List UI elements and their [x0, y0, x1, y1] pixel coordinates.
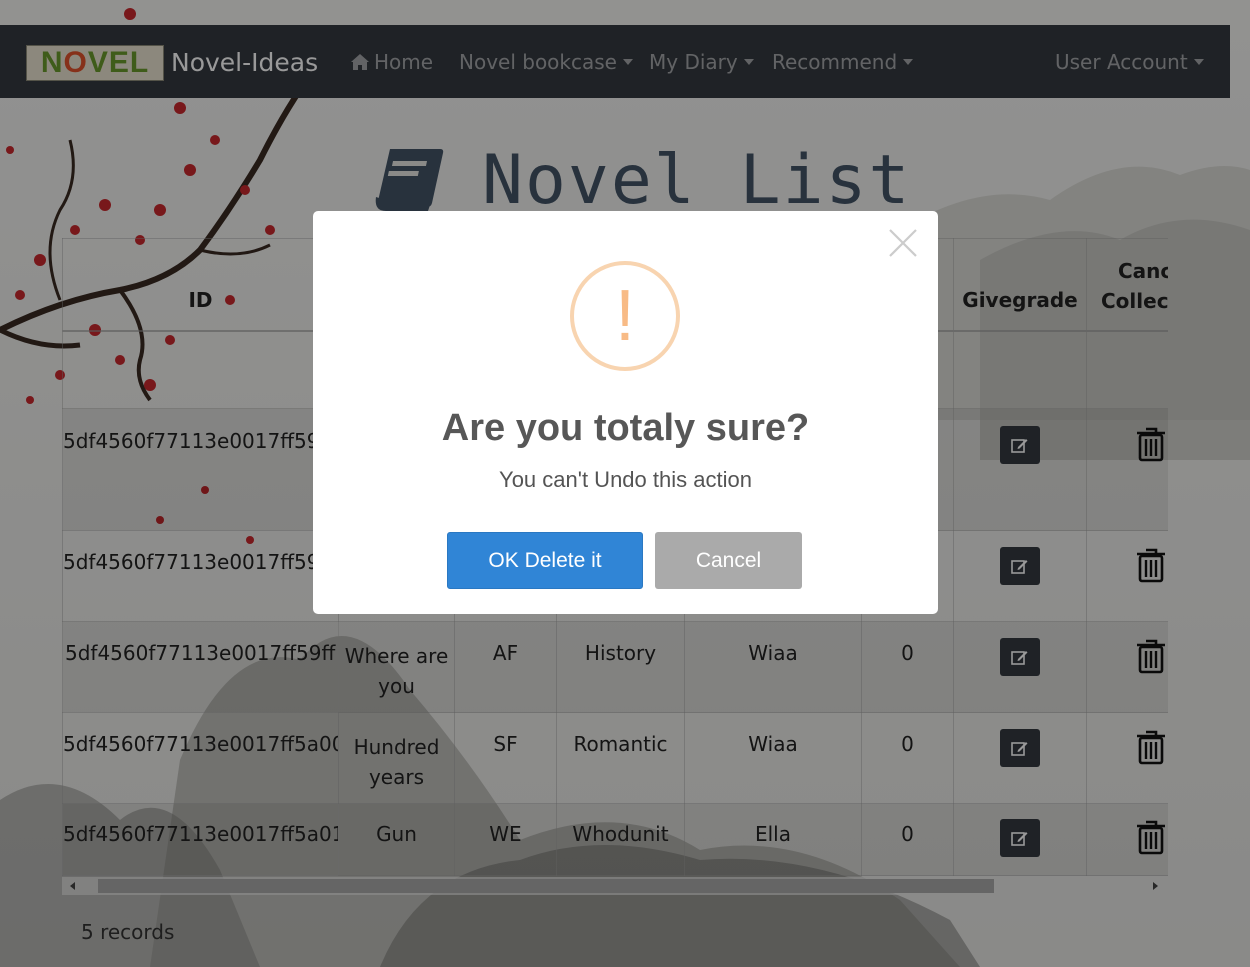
- confirm-delete-button[interactable]: OK Delete it: [447, 532, 643, 589]
- close-icon[interactable]: [887, 227, 919, 259]
- cancel-button[interactable]: Cancel: [655, 532, 802, 589]
- confirm-delete-dialog: ! Are you totaly sure? You can't Undo th…: [313, 211, 938, 614]
- warning-icon-glyph: !: [614, 276, 635, 356]
- warning-icon: !: [570, 261, 680, 371]
- dialog-message: You can't Undo this action: [499, 467, 752, 492]
- dialog-title: Are you totaly sure?: [441, 407, 810, 449]
